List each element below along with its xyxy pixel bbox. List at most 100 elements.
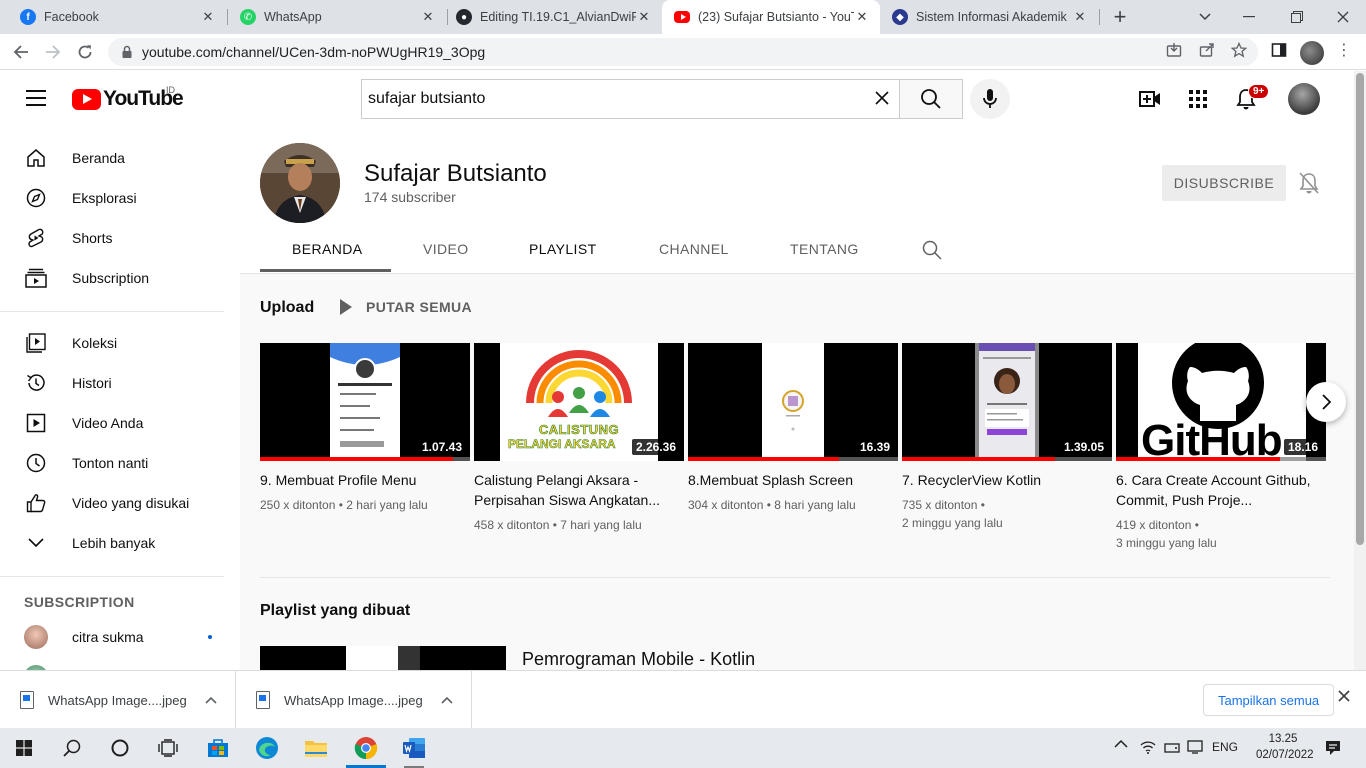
subscription-item-citra-sukma[interactable]: citra sukma: [12, 617, 224, 657]
tab-search-chevron-icon[interactable]: [1182, 0, 1228, 34]
chrome-taskbar-icon[interactable]: [342, 728, 390, 768]
new-tab-button[interactable]: +: [1108, 4, 1132, 30]
create-video-icon[interactable]: [1138, 87, 1162, 111]
tab-video[interactable]: VIDEO: [423, 241, 469, 257]
show-all-downloads-button[interactable]: Tampilkan semua: [1203, 684, 1335, 716]
voice-search-button[interactable]: [970, 79, 1010, 119]
video-card[interactable]: CALISTUNG PELANGI AKSARA 2.26.36 Calistu…: [474, 343, 684, 534]
edge-browser-icon[interactable]: [243, 728, 291, 768]
video-title[interactable]: 7. RecyclerView Kotlin: [902, 470, 1112, 490]
sidebar-item-shorts[interactable]: Shorts: [12, 218, 224, 258]
play-all-button[interactable]: PUTAR SEMUA: [340, 299, 472, 315]
close-icon[interactable]: ✕: [636, 9, 652, 25]
tab-facebook[interactable]: f Facebook ✕: [8, 0, 226, 34]
bookmark-star-icon[interactable]: [1230, 41, 1248, 62]
file-explorer-icon[interactable]: [292, 728, 340, 768]
cortana-icon[interactable]: [96, 728, 144, 768]
video-title[interactable]: 6. Cara Create Account Github, Commit, P…: [1116, 470, 1326, 510]
video-thumbnail[interactable]: 16.39: [688, 343, 898, 461]
tab-beranda[interactable]: BERANDA: [292, 241, 362, 257]
chevron-up-icon[interactable]: [199, 693, 223, 707]
video-thumbnail[interactable]: CALISTUNG PELANGI AKSARA 2.26.36: [474, 343, 684, 461]
video-card[interactable]: 1.07.43 9. Membuat Profile Menu 250 x di…: [260, 343, 470, 514]
scrollbar-thumb[interactable]: [1356, 73, 1364, 545]
tab-playlist[interactable]: PLAYLIST: [529, 241, 597, 257]
video-thumbnail[interactable]: 1.39.05: [902, 343, 1112, 461]
download-item[interactable]: WhatsApp Image....jpeg: [0, 671, 236, 729]
tab-whatsapp[interactable]: ✆ WhatsApp ✕: [228, 0, 446, 34]
system-clock[interactable]: 13.25 02/07/2022: [1256, 731, 1314, 763]
tab-tentang[interactable]: TENTANG: [790, 241, 859, 257]
subscription-item-next[interactable]: [12, 657, 224, 670]
wifi-icon[interactable]: [1140, 740, 1156, 757]
back-button[interactable]: [8, 39, 34, 65]
word-taskbar-icon[interactable]: [390, 728, 438, 768]
close-icon[interactable]: ✕: [854, 9, 870, 25]
drive-icon[interactable]: [1164, 740, 1180, 757]
taskbar-search-icon[interactable]: [48, 728, 96, 768]
close-icon[interactable]: ✕: [200, 9, 216, 25]
unsubscribe-button[interactable]: DISUBSCRIBE: [1162, 165, 1286, 201]
close-shelf-icon[interactable]: [1338, 689, 1350, 707]
video-card[interactable]: GitHub 18.16 6. Cara Create Account Gith…: [1116, 343, 1326, 552]
sidebar-item-tonton-nanti[interactable]: Tonton nanti: [12, 443, 224, 483]
menu-icon[interactable]: [26, 90, 46, 106]
account-avatar[interactable]: [1288, 83, 1320, 115]
task-view-icon[interactable]: [144, 728, 192, 768]
sidebar-item-beranda[interactable]: Beranda: [12, 138, 224, 178]
sidebar-item-koleksi[interactable]: Koleksi: [12, 323, 224, 363]
tab-youtube[interactable]: (23) Sufajar Butsianto - YouTu ✕: [662, 0, 880, 34]
language-indicator[interactable]: ENG: [1212, 740, 1238, 754]
minimize-button[interactable]: [1226, 0, 1272, 34]
apps-grid-icon[interactable]: [1186, 87, 1210, 111]
video-card[interactable]: 16.39 8.Membuat Splash Screen 304 x dito…: [688, 343, 898, 514]
download-item[interactable]: WhatsApp Image....jpeg: [236, 671, 472, 729]
sidebar-item-video-disukai[interactable]: Video yang disukai: [12, 483, 224, 523]
channel-search-icon[interactable]: [922, 240, 942, 260]
side-panel-icon[interactable]: [1271, 42, 1287, 62]
sidebar-item-eksplorasi[interactable]: Eksplorasi: [12, 178, 224, 218]
playlist-title[interactable]: Pemrograman Mobile - Kotlin: [522, 649, 755, 670]
sidebar-item-video-anda[interactable]: Video Anda: [12, 403, 224, 443]
more-menu-icon[interactable]: ⋮: [1336, 40, 1352, 60]
sidebar-item-subscription[interactable]: Subscription: [12, 258, 224, 298]
watch-later-icon: [24, 451, 48, 475]
video-title[interactable]: 8.Membuat Splash Screen: [688, 470, 898, 490]
omnibox[interactable]: youtube.com/channel/UCen-3dm-noPWUgHR19_…: [108, 38, 1258, 66]
page-scrollbar[interactable]: [1354, 71, 1366, 670]
chevron-up-icon[interactable]: [435, 693, 459, 707]
video-thumbnail[interactable]: GitHub 18.16: [1116, 343, 1326, 461]
share-icon[interactable]: [1199, 42, 1215, 62]
start-button[interactable]: [0, 728, 48, 768]
close-icon[interactable]: ✕: [420, 9, 436, 25]
uploads-section-title: Upload: [260, 299, 315, 316]
video-title[interactable]: Calistung Pelangi Aksara - Perpisahan Si…: [474, 470, 684, 510]
forward-button[interactable]: [40, 39, 66, 65]
search-input[interactable]: [368, 90, 870, 108]
reload-button[interactable]: [72, 39, 98, 65]
action-center-icon[interactable]: [1325, 740, 1341, 759]
tab-siakad[interactable]: ◆ Sistem Informasi Akademik ✕: [880, 0, 1098, 34]
display-icon[interactable]: [1187, 740, 1203, 757]
install-icon[interactable]: [1166, 42, 1182, 62]
sidebar-item-lebih-banyak[interactable]: Lebih banyak: [12, 523, 224, 563]
close-window-button[interactable]: [1320, 0, 1366, 34]
sidebar-item-histori[interactable]: Histori: [12, 363, 224, 403]
chrome-profile-avatar[interactable]: [1300, 41, 1324, 65]
microsoft-store-icon[interactable]: [194, 728, 242, 768]
tab-separator: [1099, 9, 1100, 25]
tab-github[interactable]: ● Editing TI.19.C1_AlvianDwiPra ✕: [444, 0, 662, 34]
notification-off-bell-icon[interactable]: [1298, 171, 1322, 195]
playlist-thumbnail[interactable]: [260, 646, 506, 670]
video-title[interactable]: 9. Membuat Profile Menu: [260, 470, 470, 490]
shelf-next-button[interactable]: [1306, 382, 1346, 422]
search-button[interactable]: [899, 79, 963, 119]
video-card[interactable]: 1.39.05 7. RecyclerView Kotlin 735 x dit…: [902, 343, 1112, 532]
restore-button[interactable]: [1274, 0, 1320, 34]
clear-search-icon[interactable]: [870, 88, 894, 111]
tab-channel[interactable]: CHANNEL: [659, 241, 729, 257]
show-hidden-icons-chevron[interactable]: [1114, 738, 1128, 752]
video-thumbnail[interactable]: 1.07.43: [260, 343, 470, 461]
close-icon[interactable]: ✕: [1072, 9, 1088, 25]
guide-sidebar: Beranda Eksplorasi Shorts Subscription K…: [0, 127, 240, 670]
